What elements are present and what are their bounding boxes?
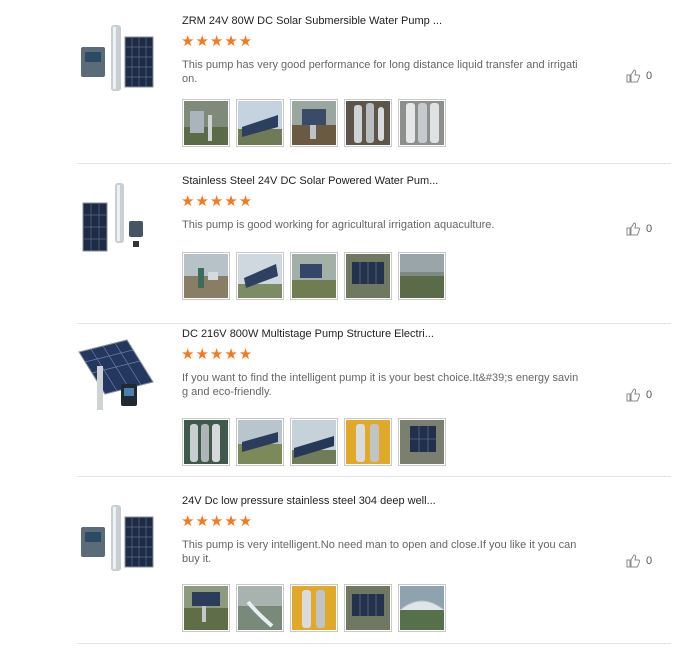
review-photo[interactable]: [290, 418, 338, 466]
review-photo[interactable]: [344, 584, 392, 632]
review-photo[interactable]: [398, 252, 446, 300]
product-thumbnail[interactable]: [77, 19, 159, 101]
like-button[interactable]: 0: [626, 388, 652, 402]
thumbs-up-icon: [626, 554, 641, 568]
review-photo[interactable]: [344, 418, 392, 466]
like-button[interactable]: 0: [626, 554, 652, 568]
review-photo[interactable]: [344, 99, 392, 147]
review-comment: This pump has very good performance for …: [182, 59, 578, 85]
thumbs-up-icon: [626, 69, 641, 83]
review-item: DC 216V 800W Multistage Pump Structure E…: [77, 316, 671, 477]
review-photo[interactable]: [236, 584, 284, 632]
review-photo[interactable]: [182, 418, 230, 466]
like-button[interactable]: 0: [626, 222, 652, 236]
review-photo[interactable]: [398, 418, 446, 466]
review-photo[interactable]: [236, 99, 284, 147]
review-photo[interactable]: [182, 252, 230, 300]
review-photo[interactable]: [290, 252, 338, 300]
review-photo[interactable]: [398, 99, 446, 147]
review-item: ZRM 24V 80W DC Solar Submersible Water P…: [77, 3, 671, 164]
rating-stars: ★★★★★: [181, 33, 254, 50]
rating-stars: ★★★★★: [181, 193, 254, 210]
review-product-title[interactable]: Stainless Steel 24V DC Solar Powered Wat…: [182, 175, 438, 187]
review-photo[interactable]: [290, 584, 338, 632]
rating-stars: ★★★★★: [181, 346, 254, 363]
review-photo[interactable]: [398, 584, 446, 632]
product-thumbnail[interactable]: [77, 179, 159, 261]
thumbs-up-icon: [626, 222, 641, 236]
like-count: 0: [646, 389, 653, 401]
review-product-title[interactable]: 24V Dc low pressure stainless steel 304 …: [182, 495, 436, 507]
like-count: 0: [646, 223, 653, 235]
like-count: 0: [646, 555, 653, 567]
review-product-title[interactable]: DC 216V 800W Multistage Pump Structure E…: [182, 328, 434, 340]
review-item: 24V Dc low pressure stainless steel 304 …: [77, 483, 671, 644]
review-comment: This pump is good working for agricultur…: [182, 219, 495, 231]
review-comment: This pump is very intelligent.No need ma…: [182, 539, 577, 565]
rating-stars: ★★★★★: [181, 513, 254, 530]
review-item: Stainless Steel 24V DC Solar Powered Wat…: [77, 163, 671, 324]
review-photo[interactable]: [344, 252, 392, 300]
product-thumbnail[interactable]: [77, 499, 159, 581]
thumbs-up-icon: [626, 388, 641, 402]
review-photo[interactable]: [182, 99, 230, 147]
like-count: 0: [646, 70, 653, 82]
review-photo[interactable]: [182, 584, 230, 632]
review-photo[interactable]: [236, 252, 284, 300]
product-thumbnail[interactable]: [77, 332, 159, 414]
review-photo[interactable]: [290, 99, 338, 147]
review-photo[interactable]: [236, 418, 284, 466]
review-product-title[interactable]: ZRM 24V 80W DC Solar Submersible Water P…: [182, 15, 442, 27]
review-comment: If you want to find the intelligent pump…: [182, 372, 579, 398]
like-button[interactable]: 0: [626, 69, 652, 83]
